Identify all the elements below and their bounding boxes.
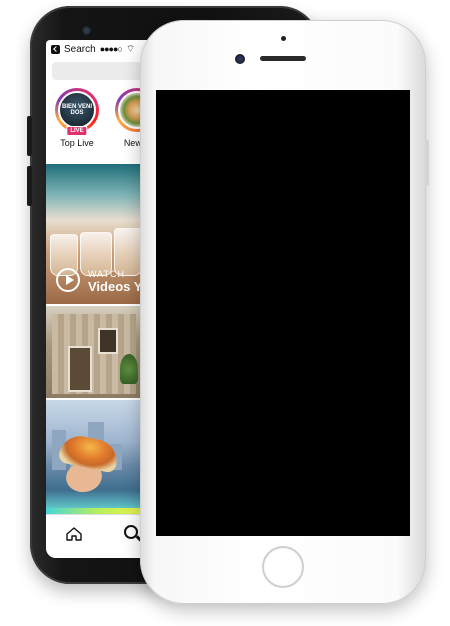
earpiece-speaker [260, 56, 306, 61]
front-phone [140, 20, 429, 604]
proximity-sensor [281, 36, 286, 41]
back-phone-side-button [27, 166, 32, 206]
front-camera [235, 54, 245, 64]
wifi-icon: ⌔ [125, 43, 136, 55]
story-ring: BIEN VENI DOS LIVE [55, 88, 99, 136]
watch-title: Videos Y [88, 279, 142, 294]
taco-image [57, 432, 121, 474]
avatar-logo-text: BIEN VENI DOS [61, 104, 92, 116]
photo-tile[interactable] [46, 400, 142, 520]
back-phone-side-button [27, 116, 32, 156]
front-camera-dot [82, 26, 91, 35]
building-window-image [98, 328, 118, 354]
video-tile[interactable]: WATCH Videos Y [46, 164, 142, 304]
back-arrow-icon[interactable] [51, 44, 60, 54]
home-button[interactable] [262, 546, 304, 588]
live-badge: LIVE [66, 126, 88, 136]
search-icon[interactable] [124, 525, 138, 539]
story-label: Top Live [60, 138, 94, 148]
story-top-live[interactable]: BIEN VENI DOS LIVE Top Live [52, 88, 102, 148]
avatar: BIEN VENI DOS [58, 91, 96, 129]
photo-tile[interactable] [46, 306, 142, 398]
home-icon[interactable] [66, 527, 82, 541]
front-phone-screen [156, 90, 410, 536]
signal-icon: ●●●●○ [99, 44, 123, 54]
play-icon[interactable] [56, 268, 80, 292]
front-phone-side-button [425, 140, 429, 186]
plant-image [120, 354, 138, 384]
back-app-label[interactable]: Search [64, 44, 96, 55]
watch-kicker: WATCH [88, 269, 125, 279]
building-door-image [68, 346, 92, 392]
